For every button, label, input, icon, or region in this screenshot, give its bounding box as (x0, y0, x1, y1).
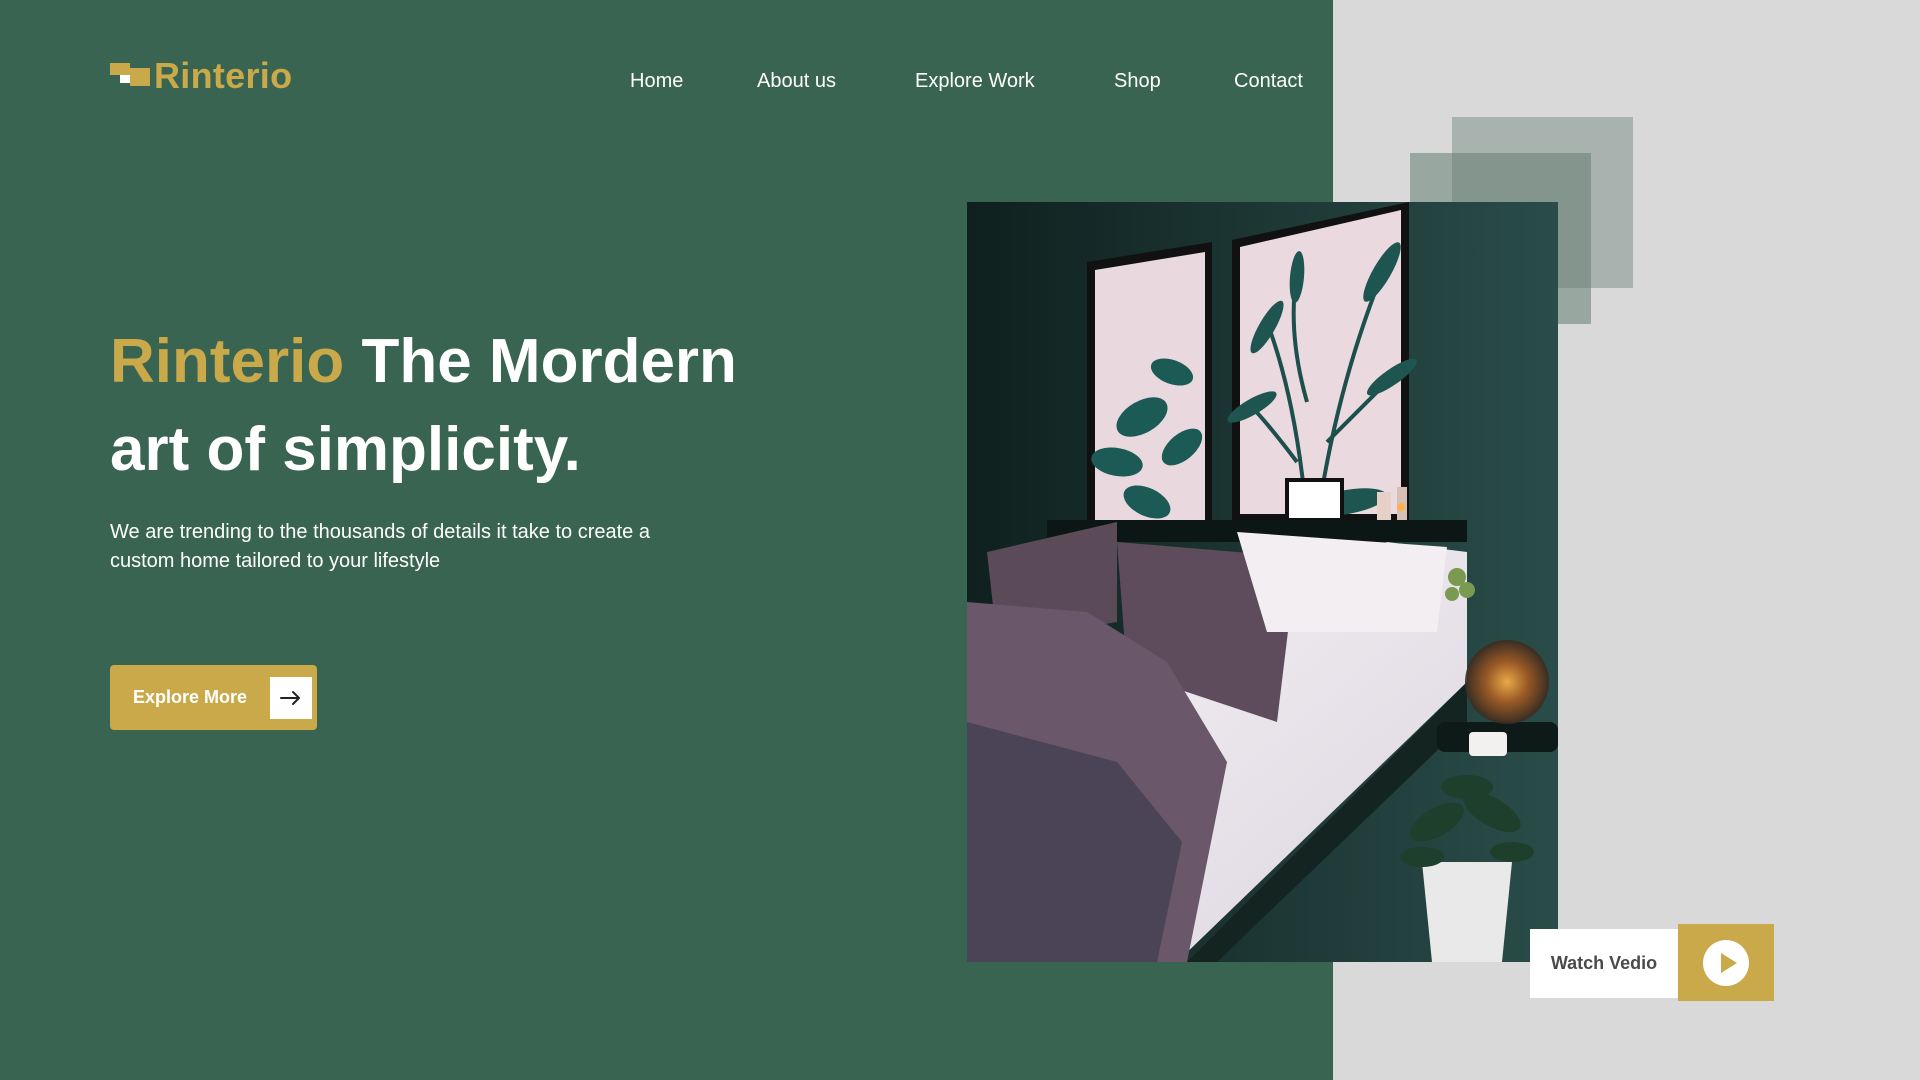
watch-video-label: Watch Vedio (1550, 953, 1658, 973)
nav-home[interactable]: Home (630, 70, 683, 93)
arrow-right-icon (270, 677, 312, 719)
hero-subtext: We are trending to the thousands of deta… (110, 521, 650, 572)
headline-brand: Rinterio (110, 327, 345, 396)
explore-more-button[interactable]: Explore More (110, 665, 317, 730)
logo-text: Rinterio (154, 55, 293, 96)
watch-video-label-box: Watch Vedio (1530, 929, 1678, 998)
headline-line1: The Mordern (361, 327, 737, 396)
nav-about-us[interactable]: About us (757, 70, 836, 93)
headline-line2: art of simplicity. (110, 415, 581, 484)
nav-shop[interactable]: Shop (1114, 70, 1161, 93)
nav-contact[interactable]: Contact (1234, 70, 1303, 93)
explore-more-label: Explore More (133, 687, 248, 707)
play-icon[interactable] (1678, 924, 1774, 1001)
logo[interactable]: Rinterio (110, 55, 293, 96)
logo-blocks-icon (110, 60, 152, 92)
hero-headline: Rinterio The Mordern art of simplicity. (110, 318, 810, 494)
nav-explore-work[interactable]: Explore Work (915, 70, 1035, 93)
bedroom-interior-photo (967, 202, 1558, 962)
watch-video-button[interactable]: Watch Vedio (1530, 924, 1774, 1001)
